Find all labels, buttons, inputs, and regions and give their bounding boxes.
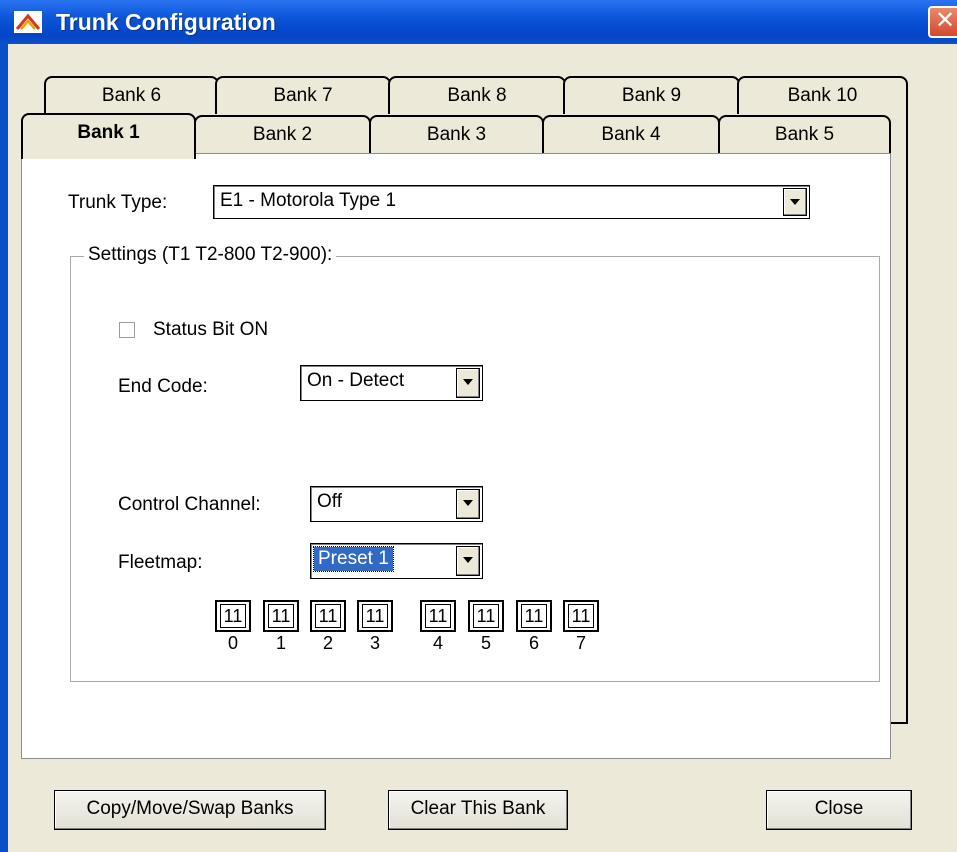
fleetmap-index: 7: [576, 633, 587, 653]
tab-bank-6[interactable]: Bank 6: [44, 76, 219, 116]
fleetmap-index: 0: [228, 633, 239, 653]
fleetmap-block-value: 11: [473, 604, 499, 628]
end-code-label: End Code:: [118, 376, 208, 397]
chevron-down-icon[interactable]: [456, 368, 480, 398]
fleetmap-block-value: 11: [268, 604, 294, 628]
fleetmap-block-value: 11: [315, 604, 341, 628]
copy-move-swap-button[interactable]: Copy/Move/Swap Banks: [54, 790, 326, 830]
trunk-type-select[interactable]: E1 - Motorola Type 1: [213, 185, 810, 219]
end-code-value: On - Detect: [307, 370, 405, 391]
fleetmap-block-3[interactable]: 11: [357, 600, 393, 632]
fleetmap-block-0[interactable]: 11: [215, 600, 251, 632]
fleetmap-value: Preset 1: [313, 546, 394, 572]
tab-bank-3[interactable]: Bank 3: [369, 115, 544, 155]
fleetmap-block-value: 11: [568, 604, 594, 628]
control-channel-label: Control Channel:: [118, 494, 261, 515]
fleetmap-block-2[interactable]: 11: [310, 600, 346, 632]
settings-group-label: Settings (T1 T2-800 T2-900):: [84, 244, 337, 266]
status-bit-label[interactable]: Status Bit ON: [153, 319, 268, 341]
fleetmap-block-value: 11: [521, 604, 547, 628]
fleetmap-index: 5: [481, 633, 492, 653]
fleetmap-block-value: 11: [425, 604, 451, 628]
fleetmap-index: 6: [529, 633, 540, 653]
tab-bank-4[interactable]: Bank 4: [542, 115, 720, 155]
app-icon: [14, 11, 42, 33]
fleetmap-label: Fleetmap:: [118, 552, 203, 573]
fleetmap-block-4[interactable]: 11: [420, 600, 456, 632]
close-window-icon[interactable]: ✕: [928, 6, 957, 38]
tab-bank-8[interactable]: Bank 8: [388, 76, 566, 116]
fleetmap-block-value: 11: [362, 604, 388, 628]
fleetmap-index: 4: [433, 633, 444, 653]
tab-bank-2[interactable]: Bank 2: [194, 115, 371, 155]
tab-bank-5[interactable]: Bank 5: [718, 115, 891, 155]
end-code-select[interactable]: On - Detect: [300, 365, 483, 401]
trunk-type-label: Trunk Type:: [68, 192, 168, 213]
chevron-down-icon[interactable]: [456, 489, 480, 519]
fleetmap-index: 2: [323, 633, 334, 653]
window-title: Trunk Configuration: [56, 9, 276, 35]
clear-bank-button[interactable]: Clear This Bank: [388, 790, 568, 830]
control-channel-value: Off: [317, 491, 342, 512]
trunk-type-value: E1 - Motorola Type 1: [220, 190, 397, 211]
fleetmap-block-6[interactable]: 11: [516, 600, 552, 632]
close-button[interactable]: Close: [766, 790, 912, 830]
fleetmap-block-5[interactable]: 11: [468, 600, 504, 632]
tab-bank-7[interactable]: Bank 7: [215, 76, 391, 116]
title-bar[interactable]: Trunk Configuration ✕: [0, 0, 957, 44]
chevron-down-icon[interactable]: [456, 546, 480, 576]
fleetmap-block-value: 11: [220, 604, 246, 628]
tab-bank-9[interactable]: Bank 9: [563, 76, 740, 116]
status-bit-checkbox[interactable]: [119, 322, 135, 338]
window-frame-left: [0, 44, 8, 852]
tab-bank-1[interactable]: Bank 1: [21, 113, 196, 159]
tab-bank-10[interactable]: Bank 10: [737, 76, 908, 116]
fleetmap-index: 1: [276, 633, 287, 653]
chevron-down-icon[interactable]: [783, 188, 807, 216]
fleetmap-index: 3: [370, 633, 381, 653]
fleetmap-select[interactable]: Preset 1: [310, 543, 483, 579]
fleetmap-block-1[interactable]: 11: [263, 600, 299, 632]
fleetmap-block-7[interactable]: 11: [563, 600, 599, 632]
control-channel-select[interactable]: Off: [310, 486, 483, 522]
